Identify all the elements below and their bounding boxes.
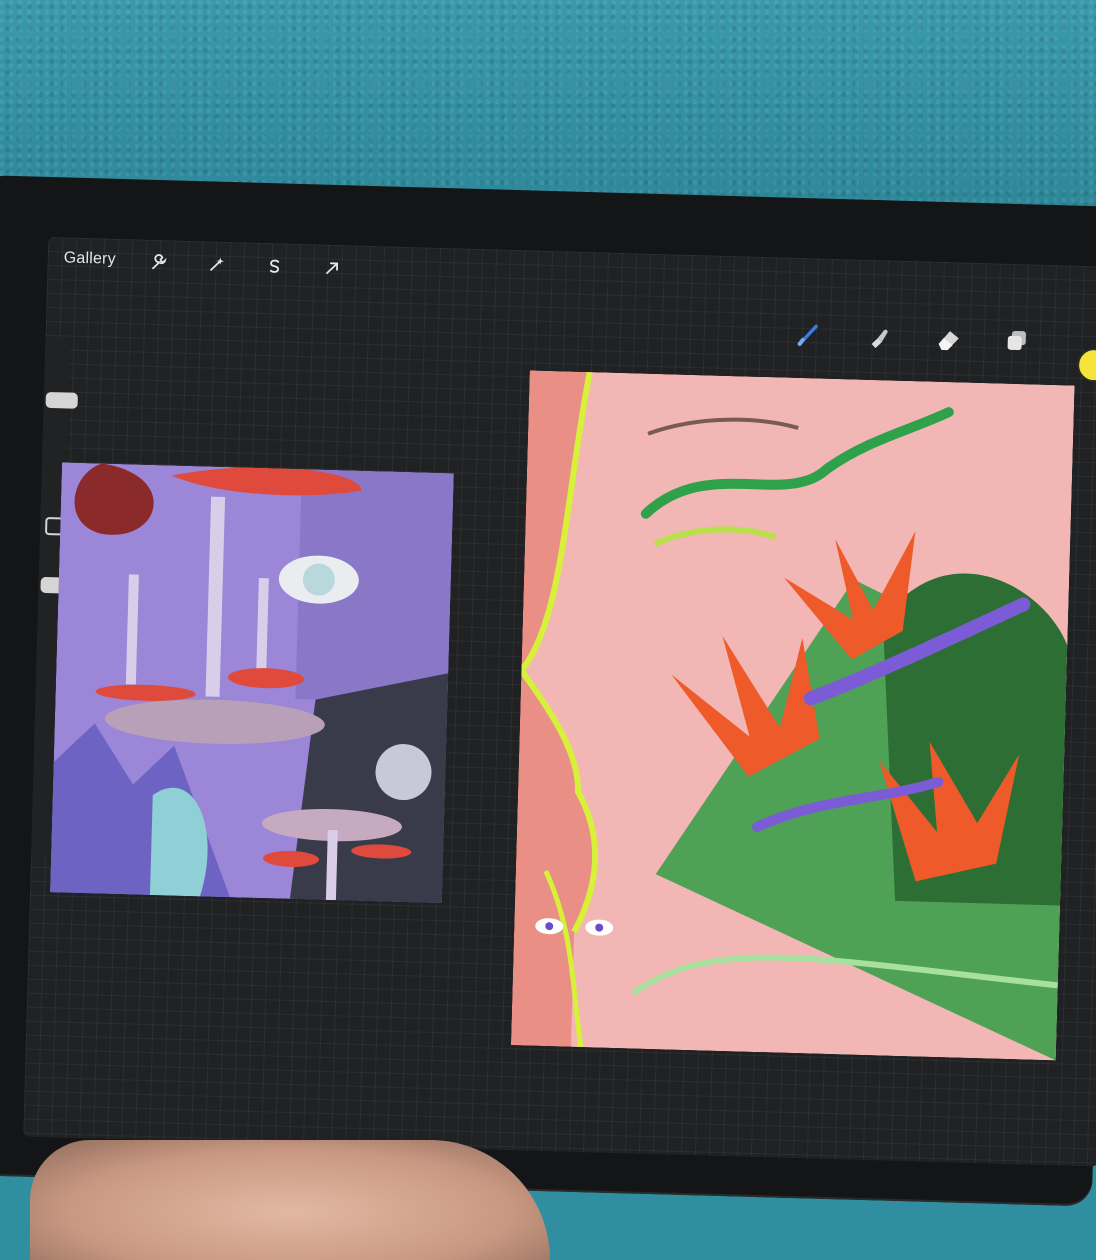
layers-icon[interactable] <box>1003 328 1030 355</box>
wrench-icon[interactable] <box>147 252 170 275</box>
procreate-canvas-screen: Gallery <box>23 236 1096 1167</box>
transform-arrow-icon[interactable] <box>321 257 344 280</box>
current-color-swatch[interactable] <box>1076 347 1096 383</box>
gallery-button[interactable]: Gallery <box>63 249 116 268</box>
magic-wand-icon[interactable] <box>205 253 228 276</box>
reference-artwork-mushrooms <box>50 462 454 904</box>
main-artwork-face-flowers <box>510 370 1075 1061</box>
brush-icon[interactable] <box>795 322 822 349</box>
brush-size-slider[interactable] <box>45 391 78 409</box>
selection-s-icon[interactable] <box>263 255 286 278</box>
hand <box>30 1140 550 1260</box>
smudge-icon[interactable] <box>865 324 892 351</box>
eraser-icon[interactable] <box>935 326 962 353</box>
tablet-device: Gallery <box>0 175 1096 1207</box>
top-toolbar: Gallery <box>47 237 1096 315</box>
